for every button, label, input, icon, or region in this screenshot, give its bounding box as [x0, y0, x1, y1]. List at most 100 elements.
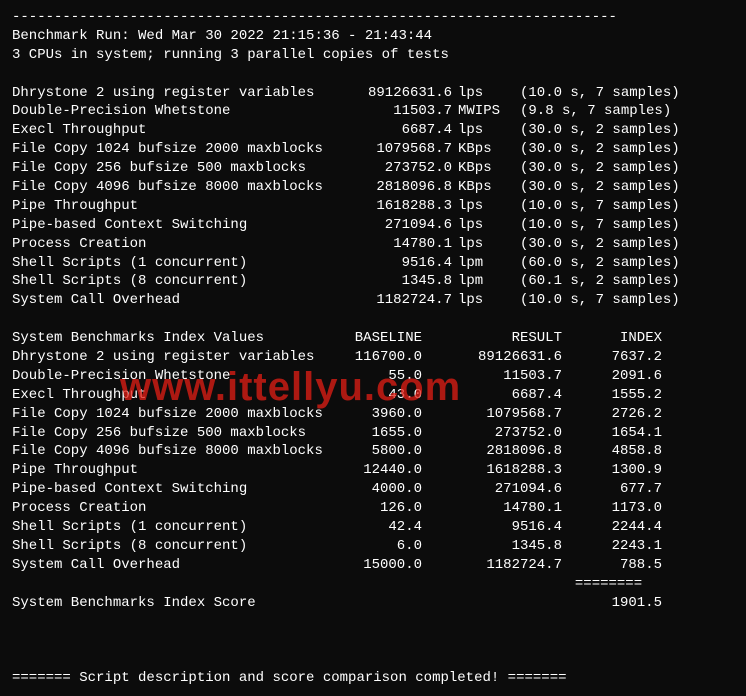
result-row: System Call Overhead1182724.7lps(10.0 s,…	[12, 291, 734, 310]
result-note: (30.0 s, 2 samples)	[508, 140, 680, 159]
result-note: (10.0 s, 7 samples)	[508, 216, 680, 235]
result-note: (30.0 s, 2 samples)	[508, 121, 680, 140]
result-name: File Copy 4096 bufsize 8000 maxblocks	[12, 178, 322, 197]
index-row: Pipe Throughput12440.01618288.31300.9	[12, 461, 734, 480]
index-value: 1300.9	[562, 461, 662, 480]
index-result: 271094.6	[422, 480, 562, 499]
index-result: 14780.1	[422, 499, 562, 518]
index-row: Process Creation126.014780.11173.0	[12, 499, 734, 518]
result-name: Pipe-based Context Switching	[12, 216, 322, 235]
index-value: 2244.4	[562, 518, 662, 537]
result-name: System Call Overhead	[12, 291, 322, 310]
index-baseline: 12440.0	[322, 461, 422, 480]
result-note: (10.0 s, 7 samples)	[508, 291, 680, 310]
result-row: Execl Throughput6687.4lps(30.0 s, 2 samp…	[12, 121, 734, 140]
result-unit: KBps	[452, 178, 508, 197]
index-baseline: 4000.0	[322, 480, 422, 499]
index-result: 2818096.8	[422, 442, 562, 461]
result-note: (60.0 s, 2 samples)	[508, 254, 680, 273]
result-name: File Copy 1024 bufsize 2000 maxblocks	[12, 140, 322, 159]
index-name: System Call Overhead	[12, 556, 322, 575]
result-name: Shell Scripts (8 concurrent)	[12, 272, 322, 291]
index-header-name: System Benchmarks Index Values	[12, 329, 322, 348]
index-row: Shell Scripts (8 concurrent)6.01345.8224…	[12, 537, 734, 556]
score-label: System Benchmarks Index Score	[12, 594, 322, 613]
index-result: 1618288.3	[422, 461, 562, 480]
result-row: File Copy 4096 bufsize 8000 maxblocks281…	[12, 178, 734, 197]
index-name: Process Creation	[12, 499, 322, 518]
result-value: 9516.4	[322, 254, 452, 273]
result-name: File Copy 256 bufsize 500 maxblocks	[12, 159, 322, 178]
index-result: 9516.4	[422, 518, 562, 537]
index-result: 1182724.7	[422, 556, 562, 575]
index-baseline: 6.0	[322, 537, 422, 556]
result-unit: lps	[452, 291, 508, 310]
index-baseline: 3960.0	[322, 405, 422, 424]
index-name: Execl Throughput	[12, 386, 322, 405]
result-note: (30.0 s, 2 samples)	[508, 159, 680, 178]
result-row: File Copy 1024 bufsize 2000 maxblocks107…	[12, 140, 734, 159]
index-baseline: 43.0	[322, 386, 422, 405]
result-name: Dhrystone 2 using register variables	[12, 84, 322, 103]
index-baseline: 15000.0	[322, 556, 422, 575]
result-unit: lps	[452, 235, 508, 254]
index-baseline: 116700.0	[322, 348, 422, 367]
index-baseline: 126.0	[322, 499, 422, 518]
index-row: File Copy 256 bufsize 500 maxblocks1655.…	[12, 424, 734, 443]
index-name: Pipe Throughput	[12, 461, 322, 480]
score-rule: ========	[12, 575, 734, 594]
index-baseline: 1655.0	[322, 424, 422, 443]
result-value: 273752.0	[322, 159, 452, 178]
index-value: 2726.2	[562, 405, 662, 424]
blank	[12, 631, 734, 650]
index-row: Dhrystone 2 using register variables1167…	[12, 348, 734, 367]
footer-line: ======= Script description and score com…	[12, 669, 734, 688]
result-value: 1618288.3	[322, 197, 452, 216]
result-unit: lps	[452, 197, 508, 216]
result-unit: KBps	[452, 159, 508, 178]
result-name: Execl Throughput	[12, 121, 322, 140]
index-row: System Call Overhead15000.01182724.7788.…	[12, 556, 734, 575]
index-name: Pipe-based Context Switching	[12, 480, 322, 499]
index-value: 7637.2	[562, 348, 662, 367]
index-result: 1079568.7	[422, 405, 562, 424]
result-value: 11503.7	[322, 102, 452, 121]
score-value: 1901.5	[562, 594, 662, 613]
index-value: 4858.8	[562, 442, 662, 461]
result-value: 14780.1	[322, 235, 452, 254]
index-name: File Copy 4096 bufsize 8000 maxblocks	[12, 442, 322, 461]
index-result: 11503.7	[422, 367, 562, 386]
index-table: Dhrystone 2 using register variables1167…	[12, 348, 734, 575]
result-row: Double-Precision Whetstone11503.7MWIPS(9…	[12, 102, 734, 121]
result-row: Dhrystone 2 using register variables8912…	[12, 84, 734, 103]
index-value: 788.5	[562, 556, 662, 575]
result-row: Pipe-based Context Switching271094.6lps(…	[12, 216, 734, 235]
index-name: File Copy 1024 bufsize 2000 maxblocks	[12, 405, 322, 424]
index-row: File Copy 4096 bufsize 8000 maxblocks580…	[12, 442, 734, 461]
index-value: 677.7	[562, 480, 662, 499]
result-note: (30.0 s, 2 samples)	[508, 235, 680, 254]
index-value: 2243.1	[562, 537, 662, 556]
result-note: (30.0 s, 2 samples)	[508, 178, 680, 197]
result-row: Process Creation14780.1lps(30.0 s, 2 sam…	[12, 235, 734, 254]
separator-top: ----------------------------------------…	[12, 8, 734, 27]
result-unit: lpm	[452, 272, 508, 291]
cpu-info-line: 3 CPUs in system; running 3 parallel cop…	[12, 46, 734, 65]
blank	[12, 650, 734, 669]
result-value: 2818096.8	[322, 178, 452, 197]
index-row: Shell Scripts (1 concurrent)42.49516.422…	[12, 518, 734, 537]
index-result: 273752.0	[422, 424, 562, 443]
index-name: Shell Scripts (1 concurrent)	[12, 518, 322, 537]
index-baseline: 55.0	[322, 367, 422, 386]
result-name: Process Creation	[12, 235, 322, 254]
index-value: 1555.2	[562, 386, 662, 405]
index-name: Shell Scripts (8 concurrent)	[12, 537, 322, 556]
result-name: Pipe Throughput	[12, 197, 322, 216]
score-row: System Benchmarks Index Score 1901.5	[12, 594, 734, 613]
result-row: File Copy 256 bufsize 500 maxblocks27375…	[12, 159, 734, 178]
result-value: 271094.6	[322, 216, 452, 235]
index-header-index: INDEX	[562, 329, 662, 348]
result-unit: KBps	[452, 140, 508, 159]
index-header-row: System Benchmarks Index Values BASELINE …	[12, 329, 734, 348]
result-row: Pipe Throughput1618288.3lps(10.0 s, 7 sa…	[12, 197, 734, 216]
